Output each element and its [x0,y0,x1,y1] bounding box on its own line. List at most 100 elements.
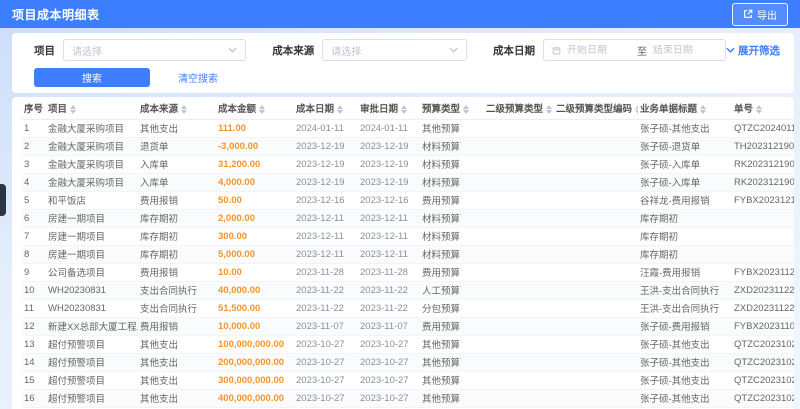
cell-approval_date: 2023-10-27 [358,371,420,390]
cell-budget_type: 其他预算 [420,371,484,390]
cell-budget_code_l2 [554,245,638,264]
cell-cost_amount: 2,000.00 [216,209,294,228]
cell-cost_amount: 51,500.00 [216,299,294,318]
cell-cost_date: 2024-01-11 [294,119,358,138]
sort-icon[interactable] [259,104,266,114]
cell-cost_date: 2023-12-19 [294,137,358,156]
cell-approval_date: 2023-12-19 [358,155,420,174]
clear-search-button[interactable]: 清空搜索 [178,70,218,85]
cell-cost_amount: 100,000,000.00 [216,335,294,354]
chevron-down-icon [449,47,458,53]
project-filter-label: 项目 [34,44,55,57]
filter-actions: 搜索 清空搜索 [34,68,780,87]
start-date-input[interactable] [567,44,631,56]
column-header-project[interactable]: 项目 [46,97,138,120]
cell-budget_code_l2 [554,227,638,246]
cell-project: WH20230831 [46,299,138,318]
cell-project: WH20230831 [46,281,138,300]
project-select[interactable]: 请选择 [63,39,247,61]
cost-date-range: 至 [543,39,726,61]
cell-budget_type: 材料预算 [420,155,484,174]
cell-approval_date: 2024-01-11 [358,119,420,138]
cell-budget_type: 费用预算 [420,191,484,210]
column-header-label: 成本日期 [296,103,335,115]
end-date-input[interactable] [653,44,717,56]
cell-doc_no: QTZC20231027002 [732,371,794,390]
cell-cost_amount: 300.00 [216,227,294,246]
search-button[interactable]: 搜索 [34,68,150,87]
column-header-cost_amount[interactable]: 成本金额 [216,97,294,120]
cell-budget_type: 费用预算 [420,317,484,336]
filter-row: 项目 请选择 成本来源 请选择 成本日期 至 展开筛选 [34,39,780,61]
cell-approval_date: 2023-10-27 [358,335,420,354]
cell-index: 9 [22,263,46,282]
sort-icon[interactable] [463,104,470,114]
column-header-budget_code_l2[interactable]: 二级预算类型编码 [554,97,638,120]
cell-project: 金融大厦采购项目 [46,137,138,156]
cell-cost_source: 费用报销 [138,317,216,336]
cell-budget_type_l2 [484,281,554,300]
cell-cost_amount: 300,000,000.00 [216,371,294,390]
cell-index: 11 [22,299,46,318]
cell-project: 房建一期项目 [46,227,138,246]
sort-icon[interactable] [756,104,763,114]
cost-source-select[interactable]: 请选择 [322,39,467,61]
cell-budget_code_l2 [554,191,638,210]
cell-doc_title: 库存期初 [638,209,732,228]
cell-budget_code_l2 [554,299,638,318]
expand-filters-link[interactable]: 展开筛选 [726,43,780,58]
cell-budget_type: 材料预算 [420,173,484,192]
cell-cost_date: 2023-10-27 [294,371,358,390]
sort-icon[interactable] [700,104,707,114]
cell-approval_date: 2023-12-11 [358,245,420,264]
cost-detail-table: 序号 项目 成本来源 成本金额 成本日期 审批日期 预算类型 二级预算类型 二级预算类型编码 业务… [22,97,794,409]
cell-doc_no: FYBX20231128001 [732,263,794,282]
cell-doc_title: 张子硕-入库单 [638,155,732,174]
cell-doc_title: 张子硕-其他支出 [638,389,732,408]
chevron-down-icon [228,47,237,53]
cell-cost_date: 2023-12-11 [294,245,358,264]
left-edge-handle[interactable] [0,184,6,216]
cell-budget_type_l2 [484,119,554,138]
cell-cost_amount: 4,000.00 [216,173,294,192]
table-row: 6 房建一期项目 库存期初 2,000.00 2023-12-11 2023-12-11 材… [22,209,794,228]
cell-doc_title: 王洪-支出合同执行 [638,281,732,300]
sort-icon[interactable] [635,104,638,114]
sort-icon[interactable] [546,104,553,114]
sort-icon[interactable] [181,104,188,114]
table-row: 1 金融大厦采购项目 其他支出 111.00 2024-01-11 2024-01-11 其… [22,119,794,138]
column-header-doc_title[interactable]: 业务单据标题 [638,97,732,120]
column-header-cost_source[interactable]: 成本来源 [138,97,216,120]
cell-approval_date: 2023-12-19 [358,137,420,156]
column-header-approval_date[interactable]: 审批日期 [358,97,420,120]
cell-doc_no: TH20231219001 [732,137,794,156]
cell-cost_source: 支出合同执行 [138,299,216,318]
column-header-budget_type[interactable]: 预算类型 [420,97,484,120]
cell-doc_title: 张子硕-费用报销 [638,317,732,336]
cell-budget_type_l2 [484,299,554,318]
column-header-doc_no[interactable]: 单号 [732,97,794,120]
sort-icon[interactable] [70,104,77,114]
cell-cost_source: 库存期初 [138,209,216,228]
cell-budget_type_l2 [484,335,554,354]
cell-project: 公司备选项目 [46,263,138,282]
cell-budget_code_l2 [554,389,638,408]
sort-icon[interactable] [401,104,408,114]
cell-cost_source: 库存期初 [138,227,216,246]
cell-cost_source: 费用报销 [138,263,216,282]
cell-project: 超付预警项目 [46,335,138,354]
table-row: 8 房建一期项目 库存期初 5,000.00 2023-12-11 2023-12-11 材… [22,245,794,264]
cell-project: 房建一期项目 [46,245,138,264]
sort-icon[interactable] [337,104,344,114]
cell-cost_date: 2023-12-11 [294,209,358,228]
export-button[interactable]: 导出 [732,2,788,26]
column-header-budget_type_l2[interactable]: 二级预算类型 [484,97,554,120]
cell-cost_date: 2023-11-22 [294,299,358,318]
cell-index: 12 [22,317,46,336]
cell-index: 8 [22,245,46,264]
cell-approval_date: 2023-12-19 [358,173,420,192]
cell-approval_date: 2023-11-07 [358,317,420,336]
cell-budget_type_l2 [484,245,554,264]
cell-index: 16 [22,389,46,408]
column-header-cost_date[interactable]: 成本日期 [294,97,358,120]
